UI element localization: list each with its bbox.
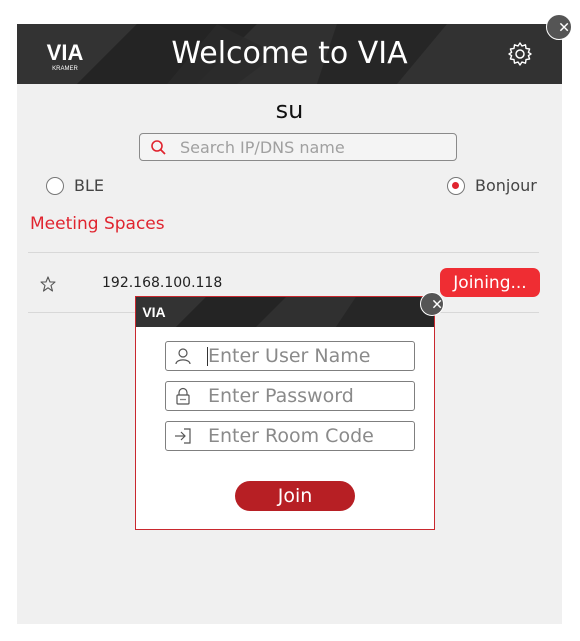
dialog-logo-text: VIA [142,304,165,320]
login-dialog: VIA Join [135,296,435,530]
room-code-field[interactable] [165,421,415,451]
radio-ble[interactable]: BLE [46,176,104,195]
room-code-input[interactable] [208,422,408,450]
radio-bonjour[interactable]: Bonjour [447,176,537,195]
search-input[interactable] [180,134,450,160]
star-outline-icon[interactable] [40,276,56,292]
radio-bonjour-indicator[interactable] [447,176,465,195]
joining-button[interactable]: Joining... [440,268,540,297]
radio-ble-label: BLE [74,176,104,195]
password-field[interactable] [165,381,415,411]
divider [28,252,539,253]
gear-icon[interactable] [507,41,533,67]
close-icon [432,299,442,309]
password-input[interactable] [208,382,408,410]
dialog-title-bar: VIA [136,297,434,327]
search-box[interactable] [139,133,457,161]
lock-icon [176,387,190,405]
radio-bonjour-label: Bonjour [475,176,537,195]
username-field[interactable] [165,341,415,371]
username-input[interactable] [208,342,408,370]
meeting-spaces-heading: Meeting Spaces [30,214,165,234]
device-name: su [275,96,304,124]
window-title: Welcome to VIA [171,36,408,71]
dialog-bar-pattern [136,297,434,327]
radio-ble-indicator[interactable] [46,176,64,195]
dialog-close-button[interactable] [420,292,444,316]
close-icon [559,22,569,32]
title-bar: VIA KRAMER Welcome to VIA [17,24,562,84]
enter-icon [175,428,191,444]
window-close-button[interactable] [546,14,572,40]
dialog-via-logo: VIA [142,304,165,320]
join-button[interactable]: Join [235,481,355,511]
user-icon [175,348,191,365]
meeting-space-address[interactable]: 192.168.100.118 [102,275,222,291]
search-icon [151,140,166,155]
